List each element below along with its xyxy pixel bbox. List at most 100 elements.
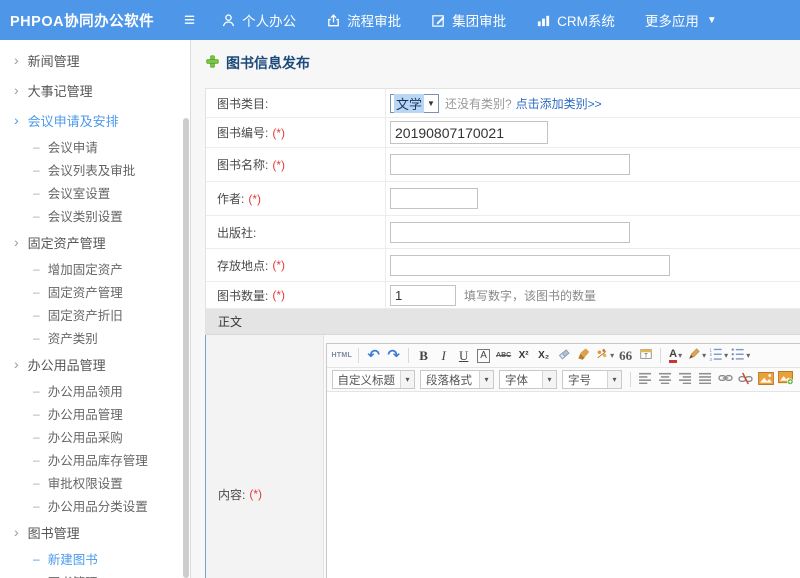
dash-icon: –	[33, 384, 40, 398]
unordered-list-button[interactable]: ▾	[731, 346, 750, 365]
menu-item-personal-office[interactable]: 个人办公	[221, 10, 296, 30]
book-no-input[interactable]	[390, 121, 548, 144]
clear-format-button[interactable]	[575, 346, 592, 365]
sidebar-item-supplies-manage[interactable]: – 办公用品管理	[0, 402, 190, 425]
dropdown-label: 段落格式	[421, 372, 479, 388]
caret-down-icon: ▾	[702, 351, 706, 360]
sidebar-item-meeting-list[interactable]: – 会议列表及审批	[0, 158, 190, 181]
unlink-icon	[738, 372, 753, 388]
highlight-color-button[interactable]: ▾	[687, 346, 706, 365]
align-right-button[interactable]	[677, 370, 694, 389]
menu-item-workflow-approval[interactable]: 流程审批	[326, 10, 401, 30]
sidebar-item-supplies-purchase[interactable]: – 办公用品采购	[0, 425, 190, 448]
heading-style-dropdown[interactable]: 自定义标题▾	[332, 370, 416, 389]
publisher-input[interactable]	[390, 222, 630, 243]
book-name-input[interactable]	[390, 154, 630, 175]
required-mark: (*)	[272, 158, 285, 172]
paragraph-format-dropdown[interactable]: 段落格式▾	[420, 370, 494, 389]
subscript-button[interactable]: X₂	[535, 346, 552, 365]
menu-item-crm-system[interactable]: CRM系统	[536, 10, 615, 30]
item-label: 办公用品领用	[48, 381, 123, 400]
eraser-icon	[557, 347, 571, 364]
sidebar-item-supplies-claim[interactable]: – 办公用品领用	[0, 379, 190, 402]
sidebar-item-add-asset[interactable]: – 增加固定资产	[0, 257, 190, 280]
format-paint-button[interactable]: ▾	[595, 346, 614, 365]
group-label: 固定资产管理	[28, 233, 106, 252]
ordered-list-button[interactable]: 123▾	[709, 346, 728, 365]
sidebar-item-meeting-apply[interactable]: – 会议申请	[0, 135, 190, 158]
sidebar-group-memorabilia[interactable]: › 大事记管理	[0, 75, 190, 105]
sidebar-item-meeting-category[interactable]: – 会议类别设置	[0, 204, 190, 227]
text-box-button[interactable]: T	[637, 346, 654, 365]
blockquote-button[interactable]: 66	[617, 346, 634, 365]
menu-item-group-approval[interactable]: 集团审批	[431, 10, 506, 30]
sidebar-group-fixed-assets[interactable]: › 固定资产管理	[0, 227, 190, 257]
image-add-icon	[778, 371, 794, 388]
hamburger-icon[interactable]: ≡	[184, 11, 195, 30]
sidebar-item-asset-depreciation[interactable]: – 固定资产折旧	[0, 303, 190, 326]
sidebar-item-asset-category[interactable]: – 资产类别	[0, 326, 190, 349]
item-label: 办公用品库存管理	[48, 450, 148, 469]
redo-button[interactable]: ↷	[385, 346, 402, 365]
chevron-right-icon: ›	[14, 113, 19, 127]
italic-button[interactable]: I	[435, 346, 452, 365]
sidebar-group-news[interactable]: › 新闻管理	[0, 45, 190, 75]
required-mark: (*)	[272, 258, 285, 272]
underline-button[interactable]: U	[455, 346, 472, 365]
content-label: 内容:	[218, 486, 245, 503]
font-color-button[interactable]: A▾	[667, 346, 684, 365]
bold-button[interactable]: B	[415, 346, 432, 365]
insert-link-button[interactable]	[717, 370, 734, 389]
add-category-link[interactable]: 点击添加类别>>	[516, 95, 602, 112]
required-mark: (*)	[249, 487, 262, 501]
remove-format-button[interactable]	[555, 346, 572, 365]
sidebar-item-meeting-room[interactable]: – 会议室设置	[0, 181, 190, 204]
dash-icon: –	[33, 331, 40, 345]
form-row-book-name: 图书名称: (*)	[206, 148, 800, 182]
font-family-dropdown[interactable]: 字体▾	[499, 370, 557, 389]
font-size-dropdown[interactable]: 字号▾	[562, 370, 622, 389]
sidebar: › 新闻管理 › 大事记管理 › 会议申请及安排 – 会议申请 – 会议列表及审…	[0, 40, 191, 578]
editor-content-area[interactable]	[327, 392, 800, 578]
dash-icon: –	[33, 186, 40, 200]
sidebar-group-office-supplies[interactable]: › 办公用品管理	[0, 349, 190, 379]
category-select[interactable]: 文学 ▼	[390, 94, 439, 113]
sidebar-item-supplies-classification[interactable]: – 办公用品分类设置	[0, 494, 190, 517]
sidebar-group-meeting[interactable]: › 会议申请及安排	[0, 105, 190, 135]
insert-multi-image-button[interactable]	[777, 370, 794, 389]
sidebar-item-approval-permission[interactable]: – 审批权限设置	[0, 471, 190, 494]
group-label: 办公用品管理	[28, 355, 106, 374]
align-center-button[interactable]	[657, 370, 674, 389]
caret-down-icon: ▾	[607, 371, 621, 388]
form-row-publisher: 出版社:	[206, 216, 800, 249]
sidebar-item-new-book[interactable]: – 新建图书	[0, 547, 190, 570]
strikethrough-button[interactable]: ABC	[495, 346, 512, 365]
sidebar-item-supplies-inventory[interactable]: – 办公用品库存管理	[0, 448, 190, 471]
align-justify-button[interactable]	[697, 370, 714, 389]
author-input[interactable]	[390, 188, 478, 209]
insert-image-button[interactable]	[757, 370, 774, 389]
svg-text:3: 3	[710, 357, 713, 361]
svg-text:T: T	[644, 353, 648, 360]
unlink-button[interactable]	[737, 370, 754, 389]
align-left-button[interactable]	[637, 370, 654, 389]
location-input[interactable]	[390, 255, 670, 276]
caret-down-icon: ▾	[479, 371, 493, 388]
char-style-button[interactable]: A	[475, 346, 492, 365]
publisher-label: 出版社:	[217, 224, 256, 241]
html-source-button[interactable]: HTML	[332, 346, 353, 365]
undo-button[interactable]: ↶	[365, 346, 382, 365]
superscript-button[interactable]: X²	[515, 346, 532, 365]
sidebar-item-book-manage[interactable]: – 图书管理	[0, 570, 190, 578]
sidebar-item-asset-manage[interactable]: – 固定资产管理	[0, 280, 190, 303]
form-row-category: 图书类目: 文学 ▼ 还没有类别? 点击添加类别>>	[206, 89, 800, 118]
item-label: 办公用品分类设置	[48, 496, 148, 515]
menu-item-more-apps[interactable]: 更多应用 ▼	[645, 10, 717, 30]
quantity-input[interactable]	[390, 285, 456, 306]
sidebar-scrollbar-thumb[interactable]	[183, 118, 189, 578]
sidebar-group-books[interactable]: › 图书管理	[0, 517, 190, 547]
item-label: 会议列表及审批	[48, 160, 136, 179]
edit-square-icon	[431, 13, 446, 28]
image-icon	[758, 372, 774, 388]
section-header-text: 正文	[218, 313, 242, 330]
